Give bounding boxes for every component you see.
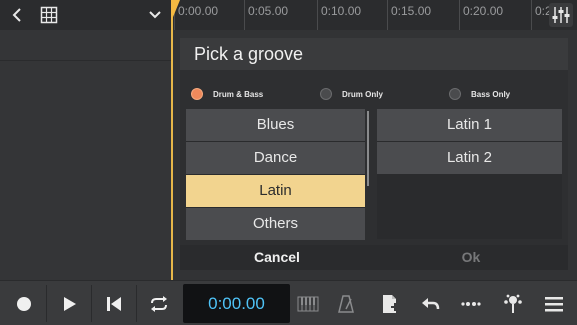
effects-icon [504,294,522,313]
skip-to-start-icon [107,296,121,311]
add-track-icon [383,294,399,313]
chevron-down-icon [149,11,161,19]
mixer-sliders-icon [552,7,570,23]
radio-unselected-icon [320,88,332,100]
cancel-button[interactable]: Cancel [180,245,374,270]
grid-view-button[interactable] [40,6,58,24]
ruler-label: 0:15.00 [391,4,432,18]
ruler-label: 0:10.00 [321,4,362,18]
mixer-button[interactable] [549,3,573,27]
radio-selected-icon [191,88,203,100]
top-bar: 0:00.00 0:05.00 0:10.00 0:15.00 0:20.00 … [0,0,577,30]
radio-label: Bass Only [471,89,511,99]
category-scrollbar[interactable] [367,111,369,186]
menu-icon [545,296,563,311]
radio-unselected-icon [449,88,461,100]
radio-label: Drum & Bass [213,89,264,99]
groove-item-latin-2[interactable]: Latin 2 [377,142,562,174]
skip-to-start-button[interactable] [92,283,136,324]
timeline-ruler[interactable]: 0:00.00 0:05.00 0:10.00 0:15.00 0:20.00 … [172,0,577,30]
effects-button[interactable] [491,283,535,324]
play-icon [64,296,76,311]
undo-icon [422,297,440,309]
dialog-title: Pick a groove [194,44,304,64]
more-dots-icon [461,301,481,306]
ruler-label: 0:00.00 [178,4,219,18]
record-icon [17,296,31,311]
category-item-blues[interactable]: Blues [186,109,365,141]
divider [0,60,171,61]
dropdown-button[interactable] [146,6,164,24]
category-item-others[interactable]: Others [186,208,365,240]
groove-list: Latin 1 Latin 2 [377,109,562,239]
undo-button[interactable] [408,283,452,324]
chevron-left-icon [12,8,21,22]
back-button[interactable] [8,5,28,25]
ruler-label: 0:05.00 [248,4,289,18]
loop-button[interactable] [137,283,181,324]
loop-icon [151,295,167,312]
record-button[interactable] [2,283,46,324]
category-item-dance[interactable]: Dance [186,142,365,174]
ruler-tick [387,0,388,30]
time-display: 0:00.00 [183,284,290,323]
grid-icon [40,6,58,24]
play-button[interactable] [47,283,91,324]
dialog-header: Pick a groove [180,38,568,70]
radio-drum-and-bass[interactable]: Drum & Bass [191,88,263,100]
radio-drum-only[interactable]: Drum Only [320,88,383,100]
category-list: Blues Dance Latin Others [186,109,365,240]
metronome-button[interactable] [324,283,368,324]
pick-groove-dialog: Pick a groove Drum & Bass Drum Only Bass… [180,38,568,270]
ruler-tick [459,0,460,30]
radio-bass-only[interactable]: Bass Only [449,88,510,100]
category-item-latin[interactable]: Latin [186,175,365,207]
playhead-handle[interactable] [171,0,180,22]
track-panel [0,30,171,280]
ruler-tick [531,0,532,30]
radio-label: Drum Only [342,89,383,99]
add-track-button[interactable] [368,283,412,324]
ruler-tick [244,0,245,30]
dialog-footer: Cancel Ok [180,245,568,270]
metronome-icon [338,294,354,313]
bottom-toolbar: 0:00.00 [0,280,577,325]
menu-button[interactable] [532,283,576,324]
app-window: 0:00.00 0:05.00 0:10.00 0:15.00 0:20.00 … [0,0,577,325]
playhead-line [171,0,173,280]
ruler-tick [317,0,318,30]
more-button[interactable] [449,283,493,324]
ok-button[interactable]: Ok [374,245,568,270]
ruler-label: 0:20.00 [463,4,504,18]
piano-keys-icon [297,296,319,311]
groove-item-latin-1[interactable]: Latin 1 [377,109,562,141]
